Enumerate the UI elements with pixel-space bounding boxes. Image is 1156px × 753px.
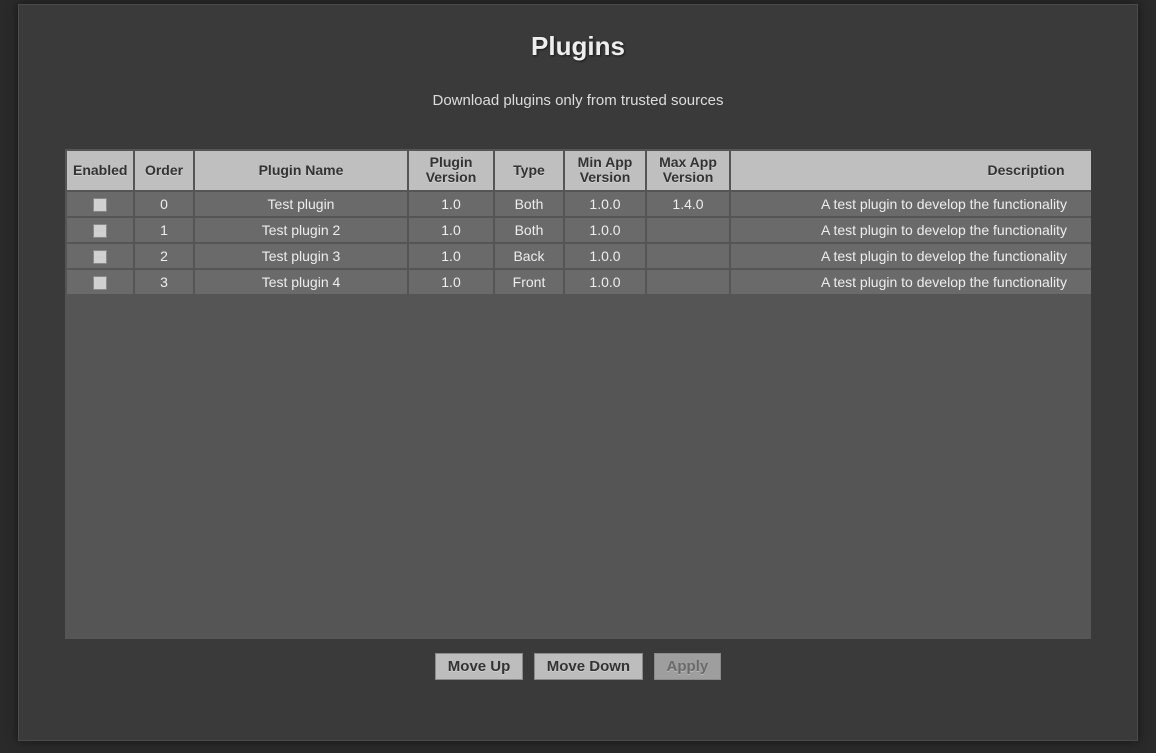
col-header-max-app-version[interactable]: Max App Version	[647, 151, 729, 190]
cell-max-app-version	[647, 270, 729, 294]
cell-plugin-name: Test plugin 2	[195, 218, 407, 242]
cell-enabled	[67, 244, 133, 268]
dialog-button-row: Move Up Move Down Apply	[19, 653, 1137, 680]
cell-plugin-name: Test plugin	[195, 192, 407, 216]
apply-button[interactable]: Apply	[654, 653, 722, 680]
cell-enabled	[67, 270, 133, 294]
table-row[interactable]: 0Test plugin1.0Both1.0.01.4.0A test plug…	[67, 192, 1091, 216]
cell-description: A test plugin to develop the functionali…	[731, 270, 1091, 294]
col-header-plugin-name[interactable]: Plugin Name	[195, 151, 407, 190]
enabled-checkbox[interactable]	[93, 224, 107, 238]
cell-enabled	[67, 218, 133, 242]
cell-plugin-name: Test plugin 4	[195, 270, 407, 294]
cell-order: 0	[135, 192, 193, 216]
cell-plugin-version: 1.0	[409, 244, 493, 268]
cell-min-app-version: 1.0.0	[565, 270, 645, 294]
move-up-button[interactable]: Move Up	[435, 653, 524, 680]
cell-max-app-version: 1.4.0	[647, 192, 729, 216]
cell-plugin-version: 1.0	[409, 270, 493, 294]
col-header-order[interactable]: Order	[135, 151, 193, 190]
cell-order: 1	[135, 218, 193, 242]
col-header-min-app-version[interactable]: Min App Version	[565, 151, 645, 190]
col-header-plugin-version[interactable]: Plugin Version	[409, 151, 493, 190]
cell-min-app-version: 1.0.0	[565, 218, 645, 242]
cell-min-app-version: 1.0.0	[565, 192, 645, 216]
cell-type: Both	[495, 218, 563, 242]
cell-plugin-name: Test plugin 3	[195, 244, 407, 268]
table-row[interactable]: 1Test plugin 21.0Both1.0.0 A test plugin …	[67, 218, 1091, 242]
cell-description: A test plugin to develop the functionali…	[731, 192, 1091, 216]
col-header-type[interactable]: Type	[495, 151, 563, 190]
col-header-enabled[interactable]: Enabled	[67, 151, 133, 190]
cell-plugin-version: 1.0	[409, 192, 493, 216]
cell-type: Front	[495, 270, 563, 294]
cell-description: A test plugin to develop the functionali…	[731, 218, 1091, 242]
cell-max-app-version	[647, 244, 729, 268]
cell-order: 3	[135, 270, 193, 294]
cell-order: 2	[135, 244, 193, 268]
cell-type: Both	[495, 192, 563, 216]
table-header-row: Enabled Order Plugin Name Plugin Version…	[67, 151, 1091, 190]
cell-min-app-version: 1.0.0	[565, 244, 645, 268]
plugins-table: Enabled Order Plugin Name Plugin Version…	[65, 149, 1091, 296]
enabled-checkbox[interactable]	[93, 198, 107, 212]
plugins-table-container[interactable]: Enabled Order Plugin Name Plugin Version…	[65, 149, 1091, 639]
cell-description: A test plugin to develop the functionali…	[731, 244, 1091, 268]
enabled-checkbox[interactable]	[93, 276, 107, 290]
enabled-checkbox[interactable]	[93, 250, 107, 264]
cell-type: Back	[495, 244, 563, 268]
table-row[interactable]: 2Test plugin 31.0Back1.0.0 A test plugin …	[67, 244, 1091, 268]
col-header-description[interactable]: Description	[731, 151, 1091, 190]
dialog-subtitle: Download plugins only from trusted sourc…	[19, 92, 1137, 109]
dialog-title: Plugins	[19, 31, 1137, 62]
move-down-button[interactable]: Move Down	[534, 653, 643, 680]
cell-enabled	[67, 192, 133, 216]
table-row[interactable]: 3Test plugin 41.0Front1.0.0 A test plugin…	[67, 270, 1091, 294]
cell-plugin-version: 1.0	[409, 218, 493, 242]
cell-max-app-version	[647, 218, 729, 242]
plugins-dialog: Plugins Download plugins only from trust…	[18, 4, 1138, 741]
